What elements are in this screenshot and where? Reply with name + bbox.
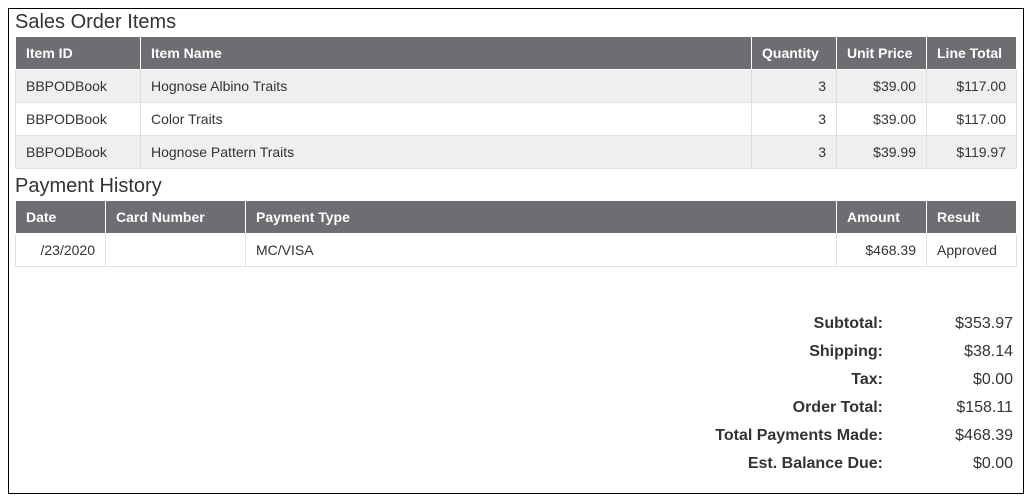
col-result: Result — [927, 201, 1017, 234]
col-card-number: Card Number — [106, 201, 246, 234]
sales-order-items-title: Sales Order Items — [15, 11, 1017, 34]
cell-quantity: 3 — [752, 70, 837, 103]
col-line-total: Line Total — [927, 37, 1017, 70]
cell-unit-price: $39.99 — [837, 136, 927, 169]
totals-row-order-total: Order Total: $158.11 — [715, 399, 1013, 417]
cell-unit-price: $39.00 — [837, 103, 927, 136]
cell-payment-type: MC/VISA — [246, 234, 837, 267]
cell-card-number — [106, 234, 246, 267]
table-row: BBPODBook Hognose Albino Traits 3 $39.00… — [16, 70, 1017, 103]
payments-made-label: Total Payments Made: — [715, 427, 923, 445]
col-item-name: Item Name — [141, 37, 752, 70]
balance-due-value: $0.00 — [923, 455, 1013, 473]
cell-quantity: 3 — [752, 136, 837, 169]
cell-line-total: $117.00 — [927, 70, 1017, 103]
shipping-value: $38.14 — [923, 343, 1013, 361]
totals-row-subtotal: Subtotal: $353.97 — [715, 315, 1013, 333]
table-row: BBPODBook Color Traits 3 $39.00 $117.00 — [16, 103, 1017, 136]
cell-item-id: BBPODBook — [16, 70, 141, 103]
table-row: BBPODBook Hognose Pattern Traits 3 $39.9… — [16, 136, 1017, 169]
cell-item-id: BBPODBook — [16, 136, 141, 169]
cell-date: /23/2020 — [16, 234, 106, 267]
cell-unit-price: $39.00 — [837, 70, 927, 103]
payment-history-table: Date Card Number Payment Type Amount Res… — [15, 200, 1017, 267]
payments-header-row: Date Card Number Payment Type Amount Res… — [16, 201, 1017, 234]
col-date: Date — [16, 201, 106, 234]
cell-amount: $468.39 — [837, 234, 927, 267]
cell-item-id: BBPODBook — [16, 103, 141, 136]
order-detail-panel: Sales Order Items Item ID Item Name Quan… — [8, 8, 1024, 494]
cell-item-name: Hognose Albino Traits — [141, 70, 752, 103]
totals-row-payments-made: Total Payments Made: $468.39 — [715, 427, 1013, 445]
payments-made-value: $468.39 — [923, 427, 1013, 445]
cell-line-total: $117.00 — [927, 103, 1017, 136]
col-item-id: Item ID — [16, 37, 141, 70]
col-unit-price: Unit Price — [837, 37, 927, 70]
cell-line-total: $119.97 — [927, 136, 1017, 169]
table-row: /23/2020 MC/VISA $468.39 Approved — [16, 234, 1017, 267]
col-amount: Amount — [837, 201, 927, 234]
order-totals: Subtotal: $353.97 Shipping: $38.14 Tax: … — [715, 305, 1013, 483]
cell-quantity: 3 — [752, 103, 837, 136]
cell-item-name: Hognose Pattern Traits — [141, 136, 752, 169]
items-header-row: Item ID Item Name Quantity Unit Price Li… — [16, 37, 1017, 70]
balance-due-label: Est. Balance Due: — [748, 455, 923, 473]
totals-row-tax: Tax: $0.00 — [715, 371, 1013, 389]
order-total-label: Order Total: — [793, 399, 923, 417]
cell-result: Approved — [927, 234, 1017, 267]
sales-order-items-table: Item ID Item Name Quantity Unit Price Li… — [15, 36, 1017, 169]
totals-row-shipping: Shipping: $38.14 — [715, 343, 1013, 361]
subtotal-label: Subtotal: — [814, 315, 923, 333]
tax-label: Tax: — [851, 371, 923, 389]
col-payment-type: Payment Type — [246, 201, 837, 234]
payment-history-title: Payment History — [15, 175, 1017, 198]
shipping-label: Shipping: — [809, 343, 923, 361]
tax-value: $0.00 — [923, 371, 1013, 389]
order-total-value: $158.11 — [923, 399, 1013, 417]
cell-item-name: Color Traits — [141, 103, 752, 136]
subtotal-value: $353.97 — [923, 315, 1013, 333]
totals-row-balance-due: Est. Balance Due: $0.00 — [715, 455, 1013, 473]
col-quantity: Quantity — [752, 37, 837, 70]
